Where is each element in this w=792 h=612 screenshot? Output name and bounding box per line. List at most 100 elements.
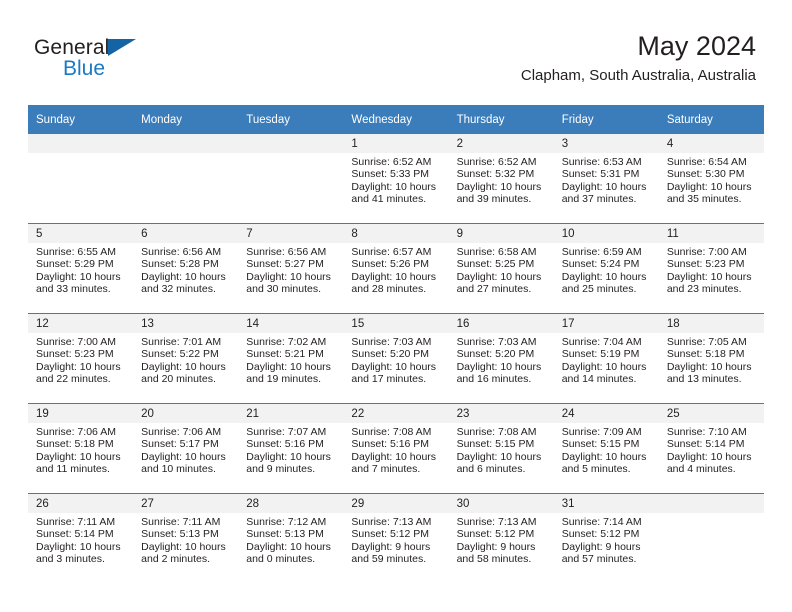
general-blue-logo[interactable]: General Blue	[34, 36, 184, 88]
calendar-day-cell[interactable]: 19 Sunrise: 7:06 AM Sunset: 5:18 PM Dayligh…	[28, 403, 134, 494]
calendar-day-cell[interactable]: 20 Sunrise: 7:06 AM Sunset: 5:17 PM Dayligh…	[133, 403, 239, 494]
sunset-text: Sunset: 5:13 PM	[141, 528, 219, 541]
sunrise-text: Sunrise: 6:57 AM	[351, 246, 432, 258]
calendar-day-cell[interactable]: 10 Sunrise: 6:59 AM Sunset: 5:24 PM Dayligh…	[553, 223, 659, 314]
day-number: 24	[553, 404, 659, 423]
daylight-text: Daylight: 10 hours and 9 minutes.	[246, 450, 331, 476]
day-number: 1	[343, 134, 449, 153]
calendar-day-cell[interactable]: 15 Sunrise: 7:03 AM Sunset: 5:20 PM Dayligh…	[343, 313, 449, 404]
day-number: 5	[28, 224, 134, 243]
calendar-day-cell[interactable]: 22 Sunrise: 7:08 AM Sunset: 5:16 PM Dayligh…	[343, 403, 449, 494]
day-cell-inner: 26 Sunrise: 7:11 AM Sunset: 5:14 PM Dayligh…	[28, 494, 134, 583]
day-cell-inner: 9 Sunrise: 6:58 AM Sunset: 5:25 PM Daylight…	[448, 224, 554, 313]
day-number: 19	[28, 404, 134, 423]
sunrise-text: Sunrise: 6:56 AM	[246, 246, 327, 258]
calendar-day-cell[interactable]: 17 Sunrise: 7:04 AM Sunset: 5:19 PM Dayligh…	[553, 313, 659, 404]
triangle-icon	[108, 39, 136, 56]
calendar-day-cell[interactable]: 12 Sunrise: 7:00 AM Sunset: 5:23 PM Dayligh…	[28, 313, 134, 404]
daylight-text: Daylight: 10 hours and 13 minutes.	[666, 360, 752, 386]
day-number: 23	[448, 404, 554, 423]
calendar-day-cell[interactable]: 26 Sunrise: 7:11 AM Sunset: 5:14 PM Dayligh…	[28, 493, 134, 583]
daylight-text: Daylight: 9 hours and 58 minutes.	[456, 540, 536, 566]
sunrise-text: Sunrise: 7:14 AM	[561, 516, 642, 528]
calendar-day-cell[interactable]: 7 Sunrise: 6:56 AM Sunset: 5:27 PM Daylight…	[238, 223, 344, 314]
day-number: 25	[658, 404, 764, 423]
calendar-day-cell[interactable]: 25 Sunrise: 7:10 AM Sunset: 5:14 PM Dayligh…	[658, 403, 764, 494]
sunset-text: Sunset: 5:16 PM	[246, 438, 324, 451]
calendar-day-cell[interactable]: 4 Sunrise: 6:54 AM Sunset: 5:30 PM Daylight…	[658, 134, 764, 224]
day-details: Sunrise: 7:05 AM Sunset: 5:18 PM Daylight:…	[659, 333, 764, 386]
weekday-header-tuesday: Tuesday	[238, 105, 344, 134]
calendar-day-cell[interactable]: 11 Sunrise: 7:00 AM Sunset: 5:23 PM Dayligh…	[658, 223, 764, 314]
sunrise-text: Sunrise: 6:58 AM	[456, 246, 537, 258]
calendar-day-cell[interactable]: 9 Sunrise: 6:58 AM Sunset: 5:25 PM Daylight…	[448, 223, 554, 314]
day-details: Sunrise: 7:12 AM Sunset: 5:13 PM Daylight:…	[238, 513, 343, 566]
calendar-day-cell[interactable]: 30 Sunrise: 7:13 AM Sunset: 5:12 PM Dayligh…	[448, 493, 554, 583]
calendar-day-cell[interactable]: 27 Sunrise: 7:11 AM Sunset: 5:13 PM Dayligh…	[133, 493, 239, 583]
day-cell-inner: 7 Sunrise: 6:56 AM Sunset: 5:27 PM Daylight…	[238, 224, 344, 313]
sunset-text: Sunset: 5:12 PM	[456, 528, 535, 541]
sunrise-text: Sunrise: 7:00 AM	[36, 336, 116, 348]
day-number: 22	[343, 404, 449, 423]
sunrise-text: Sunrise: 7:08 AM	[351, 426, 432, 438]
day-cell-inner: 12 Sunrise: 7:00 AM Sunset: 5:23 PM Dayligh…	[28, 314, 134, 403]
day-cell-inner: 24 Sunrise: 7:09 AM Sunset: 5:15 PM Dayligh…	[553, 404, 659, 493]
calendar-day-cell[interactable]: 2 Sunrise: 6:52 AM Sunset: 5:32 PM Daylight…	[448, 134, 554, 224]
calendar-day-cell[interactable]: 28 Sunrise: 7:12 AM Sunset: 5:13 PM Dayligh…	[238, 493, 344, 583]
calendar-day-cell[interactable]: 8 Sunrise: 6:57 AM Sunset: 5:26 PM Daylight…	[343, 223, 449, 314]
calendar-day-cell[interactable]: 18 Sunrise: 7:05 AM Sunset: 5:18 PM Dayligh…	[658, 313, 764, 404]
calendar-day-cell[interactable]: 24 Sunrise: 7:09 AM Sunset: 5:15 PM Dayligh…	[553, 403, 659, 494]
calendar-day-cell[interactable]: 14 Sunrise: 7:02 AM Sunset: 5:21 PM Dayligh…	[238, 313, 344, 404]
calendar-day-cell[interactable]: 23 Sunrise: 7:08 AM Sunset: 5:15 PM Dayligh…	[448, 403, 554, 494]
day-cell-inner	[133, 134, 239, 223]
day-details: Sunrise: 6:58 AM Sunset: 5:25 PM Daylight:…	[449, 243, 554, 296]
sunrise-text: Sunrise: 7:02 AM	[246, 336, 327, 348]
day-number: 7	[238, 224, 344, 243]
calendar-week-row: 19 Sunrise: 7:06 AM Sunset: 5:18 PM Dayligh…	[28, 403, 764, 494]
calendar-grid: Sunday Monday Tuesday Wednesday Thursday…	[28, 105, 764, 583]
sunrise-text: Sunrise: 7:08 AM	[456, 426, 537, 438]
daylight-text: Daylight: 9 hours and 57 minutes.	[561, 540, 641, 566]
sunset-text: Sunset: 5:13 PM	[246, 528, 324, 541]
calendar-day-cell[interactable]: 3 Sunrise: 6:53 AM Sunset: 5:31 PM Daylight…	[553, 134, 659, 224]
day-number: 20	[133, 404, 239, 423]
day-cell-inner: 15 Sunrise: 7:03 AM Sunset: 5:20 PM Dayligh…	[343, 314, 449, 403]
weekday-header-row: Sunday Monday Tuesday Wednesday Thursday…	[28, 105, 764, 134]
sunset-text: Sunset: 5:19 PM	[561, 348, 640, 361]
calendar-day-cell[interactable]: 6 Sunrise: 6:56 AM Sunset: 5:28 PM Daylight…	[133, 223, 239, 314]
day-details: Sunrise: 7:13 AM Sunset: 5:12 PM Daylight:…	[449, 513, 554, 566]
sunset-text: Sunset: 5:22 PM	[141, 348, 219, 361]
day-number: 28	[238, 494, 344, 513]
calendar-week-row: 5 Sunrise: 6:55 AM Sunset: 5:29 PM Daylight…	[28, 223, 764, 314]
sunset-text: Sunset: 5:23 PM	[36, 348, 114, 361]
day-number: 9	[448, 224, 554, 243]
daylight-text: Daylight: 10 hours and 0 minutes.	[246, 540, 331, 566]
sunrise-text: Sunrise: 7:11 AM	[141, 516, 221, 528]
sunrise-text: Sunrise: 7:06 AM	[36, 426, 116, 438]
calendar-day-cell[interactable]: 31 Sunrise: 7:14 AM Sunset: 5:12 PM Dayligh…	[553, 493, 659, 583]
calendar-day-cell[interactable]: 21 Sunrise: 7:07 AM Sunset: 5:16 PM Dayligh…	[238, 403, 344, 494]
calendar-day-cell	[28, 134, 134, 224]
day-number	[133, 134, 239, 153]
day-cell-inner: 8 Sunrise: 6:57 AM Sunset: 5:26 PM Daylight…	[343, 224, 449, 313]
sunset-text: Sunset: 5:32 PM	[456, 168, 535, 181]
calendar-day-cell[interactable]: 5 Sunrise: 6:55 AM Sunset: 5:29 PM Daylight…	[28, 223, 134, 314]
day-details: Sunrise: 7:10 AM Sunset: 5:14 PM Daylight:…	[659, 423, 764, 476]
daylight-text: Daylight: 10 hours and 11 minutes.	[36, 450, 121, 476]
calendar-day-cell[interactable]: 1 Sunrise: 6:52 AM Sunset: 5:33 PM Daylight…	[343, 134, 449, 224]
day-number: 11	[658, 224, 764, 243]
sunset-text: Sunset: 5:26 PM	[351, 258, 430, 271]
title-block: May 2024 Clapham, South Australia, Austr…	[521, 30, 756, 87]
calendar-day-cell[interactable]: 29 Sunrise: 7:13 AM Sunset: 5:12 PM Dayligh…	[343, 493, 449, 583]
sunset-text: Sunset: 5:29 PM	[36, 258, 114, 271]
day-number: 4	[658, 134, 764, 153]
calendar-day-cell[interactable]: 13 Sunrise: 7:01 AM Sunset: 5:22 PM Dayligh…	[133, 313, 239, 404]
sunrise-text: Sunrise: 7:13 AM	[456, 516, 537, 528]
calendar-week-row: 12 Sunrise: 7:00 AM Sunset: 5:23 PM Dayligh…	[28, 313, 764, 404]
day-number: 3	[553, 134, 659, 153]
calendar-day-cell[interactable]: 16 Sunrise: 7:03 AM Sunset: 5:20 PM Dayligh…	[448, 313, 554, 404]
page-title: May 2024	[637, 31, 756, 61]
sunset-text: Sunset: 5:15 PM	[561, 438, 640, 451]
day-details: Sunrise: 6:57 AM Sunset: 5:26 PM Daylight:…	[343, 243, 448, 296]
day-details: Sunrise: 6:52 AM Sunset: 5:33 PM Daylight:…	[343, 153, 448, 206]
